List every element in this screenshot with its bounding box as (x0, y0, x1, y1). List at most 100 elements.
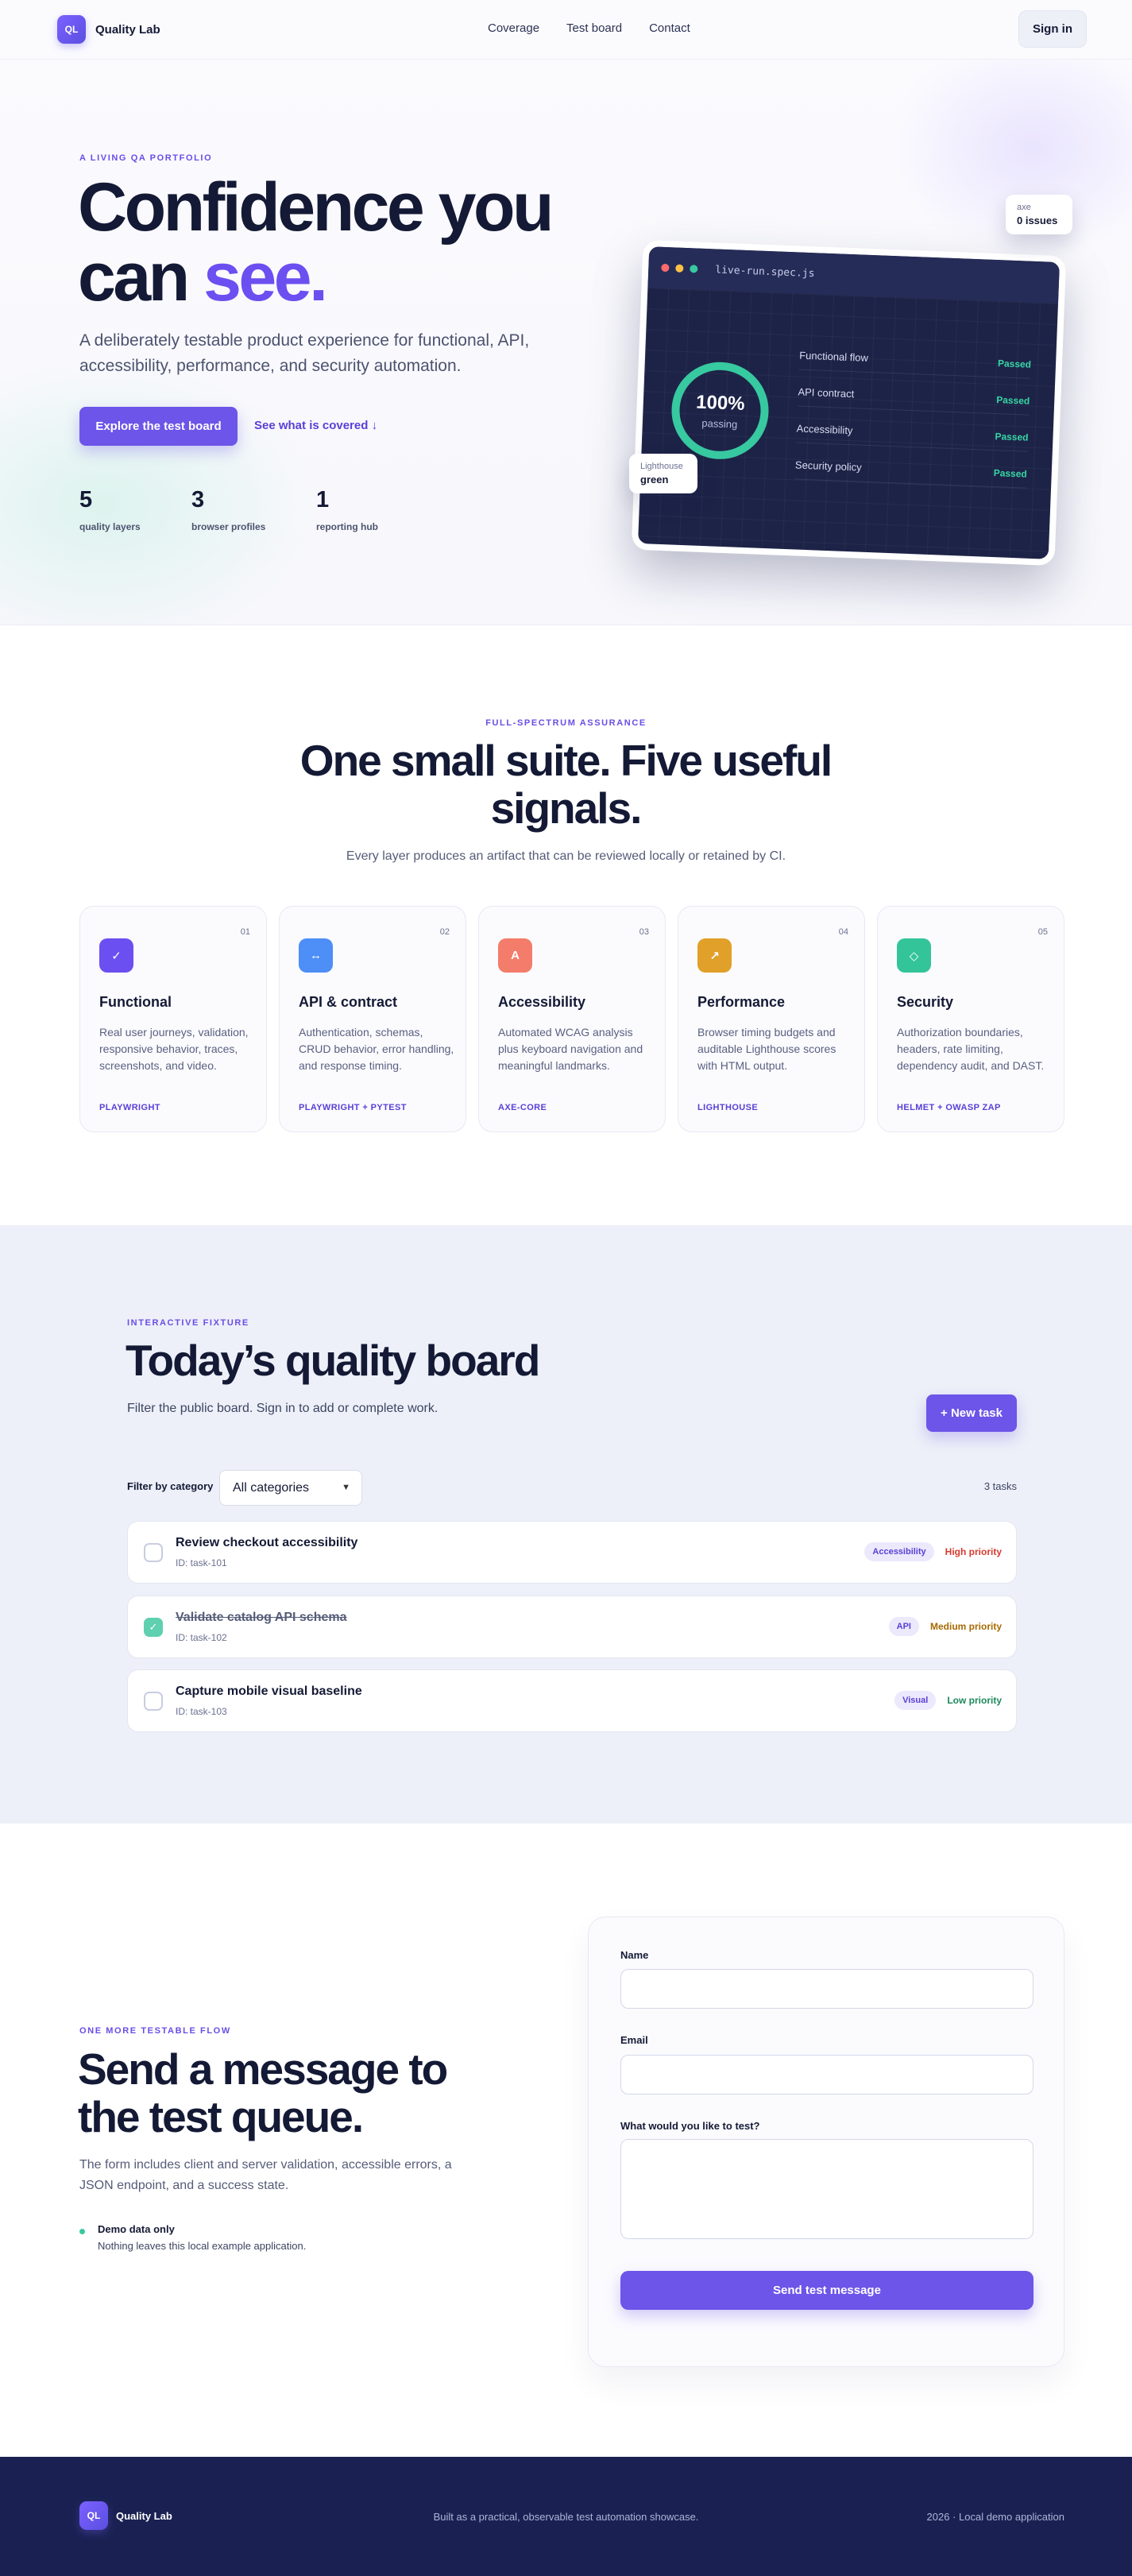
card-description: Authorization boundaries, headers, rate … (897, 1026, 1045, 1072)
check-name: Security policy (794, 458, 862, 474)
card-number: 02 (439, 927, 450, 937)
coverage-section: FULL-SPECTRUM ASSURANCE One small suite.… (0, 625, 1132, 1225)
card-tool-tag: AXE-CORE (498, 1103, 547, 1112)
task-row: Capture mobile visual baseline ID: task-… (127, 1669, 1017, 1732)
arrows-icon: ↔ (299, 938, 333, 973)
new-task-button[interactable]: + New task (926, 1394, 1017, 1432)
category-filter-value: All categories (233, 1480, 310, 1495)
task-id: ID: task-101 (176, 1557, 227, 1568)
task-category-pill: Accessibility (864, 1542, 934, 1561)
card-number: 01 (240, 927, 250, 937)
nav-link-test-board[interactable]: Test board (566, 21, 622, 35)
board-subtitle: Filter the public board. Sign in to add … (127, 1402, 439, 1415)
task-priority: Low priority (947, 1695, 1002, 1706)
card-description: Browser timing budgets and auditable Lig… (697, 1026, 836, 1072)
contact-title: Send a message to the test queue. (78, 2044, 448, 2141)
contact-eyebrow: ONE MORE TESTABLE FLOW (79, 2026, 231, 2036)
see-coverage-link[interactable]: See what is covered ↓ (254, 419, 377, 432)
contact-section: ONE MORE TESTABLE FLOW Send a message to… (0, 1824, 1132, 2457)
check-row: API contract Passed (797, 377, 1030, 416)
card-title: Accessibility (498, 994, 586, 1010)
email-label: Email (620, 2034, 648, 2046)
task-title: Review checkout accessibility (176, 1536, 358, 1549)
name-field[interactable] (620, 1969, 1033, 2009)
message-textarea[interactable] (620, 2139, 1033, 2239)
check-row: Accessibility Passed (796, 414, 1030, 452)
task-meta: Visual Low priority (894, 1691, 1002, 1710)
hero-eyebrow: A LIVING QA PORTFOLIO (79, 153, 213, 163)
window-dot-icon (675, 264, 684, 273)
hero-section: A LIVING QA PORTFOLIO Confidence you can… (0, 60, 1132, 625)
stat-value: 3 (191, 487, 205, 512)
task-checkbox-checked[interactable]: ✓ (144, 1618, 163, 1637)
pass-rate-ring: 100% passing (670, 360, 771, 462)
quality-board-section: INTERACTIVE FIXTURE Today’s quality boar… (0, 1225, 1132, 1824)
lighthouse-label: Lighthouse (640, 462, 683, 471)
axe-label: axe (1017, 203, 1031, 212)
nav-links: Coverage Test board Contact (488, 21, 690, 35)
hero-title: Confidence you can see. (78, 172, 570, 312)
task-category-pill: API (888, 1617, 919, 1636)
sign-in-button[interactable]: Sign in (1018, 10, 1087, 48)
device-filename: live-run.spec.js (715, 263, 815, 280)
card-tool-tag: LIGHTHOUSE (697, 1103, 759, 1112)
card-number: 03 (639, 927, 649, 937)
nav-link-contact[interactable]: Contact (649, 21, 690, 35)
category-filter-select[interactable]: All categories ▼ (219, 1470, 362, 1506)
nav-link-coverage[interactable]: Coverage (488, 21, 539, 35)
window-dot-icon (690, 265, 698, 273)
send-test-message-button[interactable]: Send test message (620, 2271, 1033, 2310)
task-priority: High priority (945, 1546, 1002, 1557)
brand-badge: QL (57, 15, 86, 44)
footer: QL Quality Lab Built as a practical, obs… (0, 2457, 1132, 2576)
contact-description: The form includes client and server vali… (79, 2158, 452, 2192)
check-status: Passed (995, 430, 1029, 443)
card-title: Security (897, 994, 954, 1010)
note-title: Demo data only (98, 2223, 175, 2235)
hero-title-line1: Confidence you (78, 169, 554, 246)
explore-test-board-button[interactable]: Explore the test board (79, 407, 238, 446)
stat-label: quality layers (79, 521, 141, 532)
card-description: Real user journeys, validation, responsi… (99, 1026, 249, 1072)
trend-up-icon: ↗ (697, 938, 732, 973)
stat-value: 5 (79, 487, 93, 512)
brand-logo[interactable]: QL Quality Lab (57, 15, 160, 44)
card-title: API & contract (299, 994, 398, 1010)
check-status: Passed (996, 393, 1030, 407)
card-description: Automated WCAG analysis plus keyboard na… (498, 1026, 643, 1072)
card-tool-tag: PLAYWRIGHT + PYTEST (299, 1103, 407, 1112)
card-number: 05 (1037, 927, 1048, 937)
check-row: Functional flow Passed (798, 341, 1032, 379)
check-status: Passed (993, 466, 1028, 480)
lighthouse-value: green (640, 474, 669, 485)
card-title: Functional (99, 994, 172, 1010)
contact-form: Name Email What would you like to test? … (588, 1917, 1064, 2367)
coverage-subtitle: Every layer produces an artifact that ca… (346, 849, 786, 863)
test-run-device-mockup: live-run.spec.js 100% passing Functional… (631, 239, 1067, 567)
message-label: What would you like to test? (620, 2120, 760, 2132)
category-filter-label: Filter by category (127, 1480, 214, 1492)
task-row: Review checkout accessibility ID: task-1… (127, 1521, 1017, 1584)
card-tool-tag: HELMET + OWASP ZAP (897, 1103, 1001, 1112)
card-tool-tag: PLAYWRIGHT (99, 1103, 160, 1112)
check-name: Functional flow (798, 349, 869, 364)
email-field[interactable] (620, 2055, 1033, 2094)
chevron-down-icon: ▼ (342, 1483, 350, 1492)
task-checkbox[interactable] (144, 1692, 163, 1711)
task-title: Validate catalog API schema (176, 1611, 347, 1624)
pass-rate-label: passing (701, 416, 738, 431)
coverage-eyebrow: FULL-SPECTRUM ASSURANCE (485, 718, 647, 728)
task-checkbox[interactable] (144, 1543, 163, 1562)
task-meta: API Medium priority (888, 1617, 1002, 1636)
board-eyebrow: INTERACTIVE FIXTURE (127, 1318, 249, 1328)
coverage-card-security: 05 ◇ Security Authorization boundaries, … (877, 906, 1064, 1132)
task-count: 3 tasks (983, 1480, 1017, 1492)
axe-value: 0 issues (1017, 215, 1058, 226)
top-nav: QL Quality Lab Coverage Test board Conta… (0, 0, 1132, 60)
hero-title-line2: can (78, 239, 204, 315)
axe-result-card: axe 0 issues (1006, 195, 1072, 234)
hero-subtitle: A deliberately testable product experien… (79, 331, 530, 375)
pass-rate-value: 100% (695, 391, 746, 415)
task-id: ID: task-103 (176, 1706, 227, 1717)
note-text: Nothing leaves this local example applic… (98, 2240, 307, 2252)
